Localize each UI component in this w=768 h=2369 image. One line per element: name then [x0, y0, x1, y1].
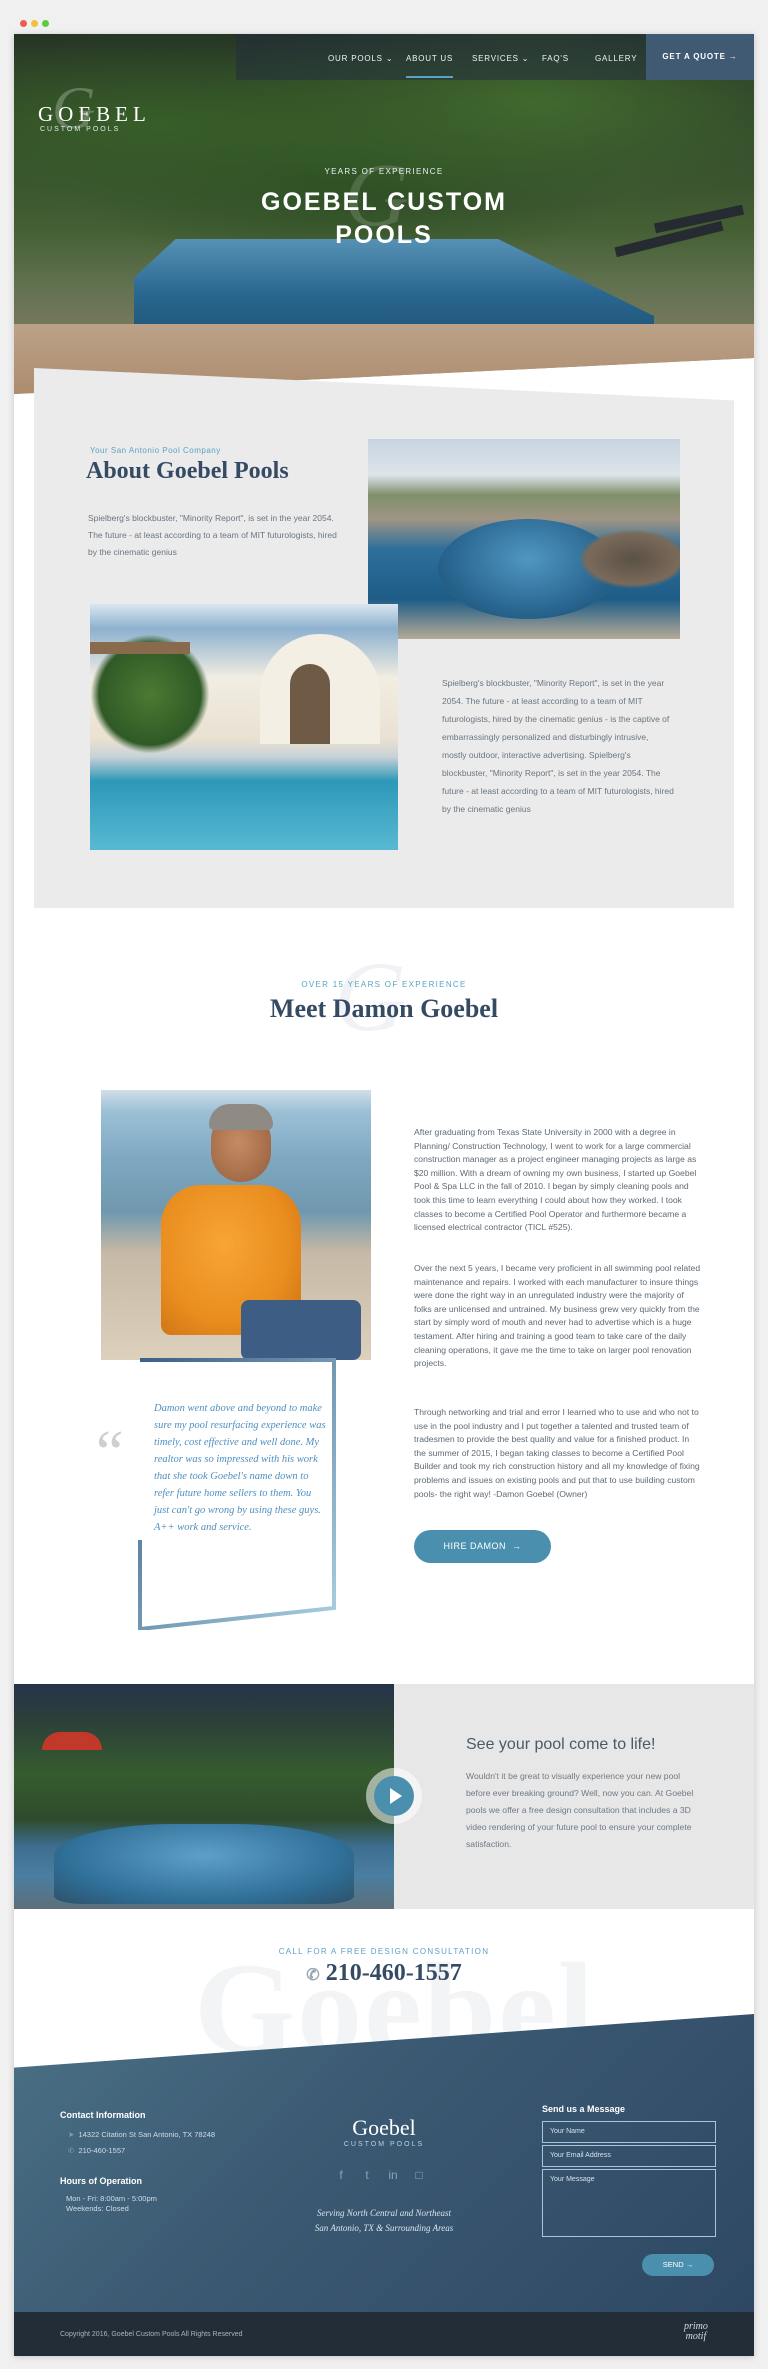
nav-item-gallery[interactable]: GALLERY — [595, 54, 637, 63]
agency-logo[interactable]: primo motif — [684, 2322, 708, 2342]
pool-photo-1 — [368, 439, 680, 639]
pool-photo-2 — [90, 604, 398, 850]
pool-render-image — [14, 1684, 394, 1909]
meet-kicker: OVER 15 YEARS OF EXPERIENCE — [301, 980, 467, 989]
nav-item-faqs[interactable]: FAQ'S — [542, 54, 569, 63]
chevron-down-icon: ⌄ — [521, 54, 530, 63]
bio-paragraph-1: After graduating from Texas State Univer… — [414, 1127, 697, 1233]
hero-title: GOEBEL CUSTOM POOLS — [14, 186, 754, 252]
twitter-icon[interactable]: t — [360, 2168, 374, 2182]
hours-heading: Hours of Operation — [60, 2176, 143, 2186]
hero-title-line2: POOLS — [335, 221, 433, 249]
facebook-icon[interactable]: f — [334, 2168, 348, 2182]
copyright-text: Copyright 2016, Goebel Custom Pools All … — [60, 2331, 243, 2338]
testimonial-text: Damon went above and beyond to make sure… — [154, 1403, 326, 1533]
call-kicker: CALL FOR A FREE DESIGN CONSULTATION — [278, 1947, 490, 1956]
chevron-down-icon: ⌄ — [385, 54, 394, 63]
arrow-right-icon: → — [512, 1541, 522, 1551]
browser-chrome — [0, 0, 768, 27]
about-title: About Goebel Pools — [86, 458, 289, 484]
bio-paragraph-3: Through networking and trial and error I… — [414, 1407, 700, 1499]
nav-item-about-us[interactable]: ABOUT US — [406, 54, 454, 78]
video-title: See your pool come to life! — [466, 1736, 656, 1753]
zoom-dot-icon[interactable] — [42, 20, 49, 27]
pool-house-door — [290, 664, 330, 744]
pool-pergola — [90, 642, 190, 654]
about-section-bg — [34, 892, 734, 908]
linkedin-icon[interactable]: in — [386, 2168, 400, 2182]
message-heading: Send us a Message — [542, 2104, 626, 2114]
name-field[interactable]: Your Name — [542, 2121, 716, 2143]
nav-item-our-pools[interactable]: OUR POOLS ⌄ — [328, 54, 393, 63]
quote-icon: “ — [96, 1419, 124, 1487]
arrow-right-icon: → — [728, 52, 738, 61]
hero-banner: G YEARS OF EXPERIENCE GOEBEL CUSTOM POOL… — [14, 34, 754, 394]
video-text: Wouldn't it be great to visually experie… — [466, 1771, 694, 1849]
agency-logo-line2: motif — [685, 2331, 707, 2342]
main-nav: OUR POOLS ⌄ ABOUT US SERVICES ⌄ FAQ'S GA… — [14, 34, 754, 80]
phone-number-text: 210-460-1557 — [325, 1960, 462, 1986]
meet-title: Meet Damon Goebel — [269, 994, 499, 1023]
site-logo-tagline: CUSTOM POOLS — [40, 126, 121, 133]
pool-rocks — [578, 529, 680, 589]
email-field[interactable]: Your Email Address — [542, 2145, 716, 2167]
hours-weekday: Mon - Fri: 8:00am - 5:00pm — [66, 2194, 157, 2203]
about-paragraph-2: Spielberg's blockbuster, "Minority Repor… — [442, 678, 674, 814]
arrow-right-icon: → — [685, 2260, 694, 2269]
play-icon — [390, 1788, 402, 1804]
bio-paragraph-2: Over the next 5 years, I became very pro… — [414, 1263, 701, 1369]
send-button[interactable]: SEND → — [642, 2254, 714, 2276]
minimize-dot-icon[interactable] — [31, 20, 38, 27]
site-logo[interactable]: GOEBEL — [38, 102, 151, 127]
about-kicker: Your San Antonio Pool Company — [90, 446, 221, 455]
hero-title-line1: GOEBEL CUSTOM — [261, 188, 507, 216]
about-paragraph-1: Spielberg's blockbuster, "Minority Repor… — [88, 513, 337, 557]
browser-window: G YEARS OF EXPERIENCE GOEBEL CUSTOM POOL… — [14, 34, 754, 2356]
message-field[interactable]: Your Message — [542, 2169, 716, 2237]
nav-item-label: SERVICES — [472, 54, 519, 63]
hero-kicker: YEARS OF EXPERIENCE — [324, 167, 444, 176]
hire-damon-button[interactable]: HIRE DAMON → — [414, 1530, 551, 1563]
portrait-hair — [209, 1104, 273, 1130]
phone-icon: ✆ — [306, 1967, 320, 1984]
instagram-icon[interactable]: □ — [412, 2168, 426, 2182]
send-label: SEND — [662, 2260, 684, 2269]
nav-item-label: OUR POOLS — [328, 54, 383, 63]
hire-damon-label: HIRE DAMON — [443, 1541, 506, 1551]
nav-item-services[interactable]: SERVICES ⌄ — [472, 54, 529, 63]
render-pool — [54, 1824, 354, 1904]
render-umbrella — [42, 1732, 102, 1750]
close-dot-icon[interactable] — [20, 20, 27, 27]
get-a-quote-button[interactable]: GET A QUOTE → — [646, 34, 754, 80]
call-phone-number[interactable]: ✆ 210-460-1557 — [14, 1960, 754, 1987]
get-a-quote-label: GET A QUOTE — [662, 52, 726, 61]
